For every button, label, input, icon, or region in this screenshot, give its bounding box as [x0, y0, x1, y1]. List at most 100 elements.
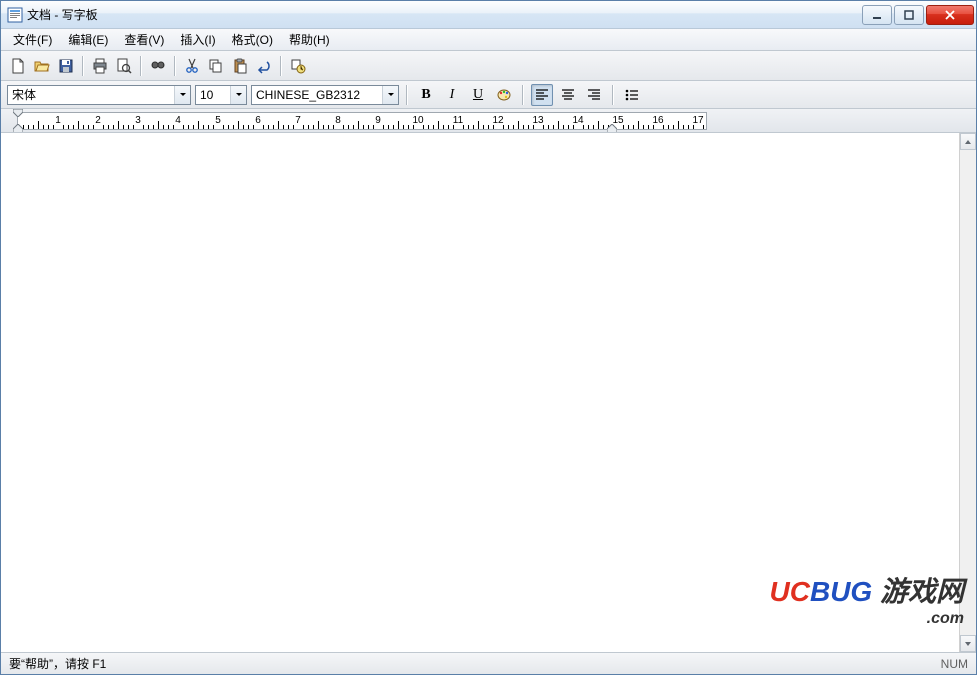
ruler-tick — [68, 125, 69, 129]
toolbar — [1, 51, 976, 81]
align-right-button[interactable] — [583, 84, 605, 106]
ruler-tick — [678, 121, 679, 129]
ruler-tick — [153, 125, 154, 129]
ruler-tick — [88, 125, 89, 129]
ruler-tick — [488, 125, 489, 129]
font-size-combo[interactable]: 10 — [195, 85, 247, 105]
font-name-value: 宋体 — [8, 86, 174, 103]
align-left-button[interactable] — [531, 84, 553, 106]
minimize-button[interactable] — [862, 5, 892, 25]
underline-button[interactable]: U — [467, 84, 489, 106]
ruler-tick — [598, 121, 599, 129]
close-button[interactable] — [926, 5, 974, 25]
italic-button[interactable]: I — [441, 84, 463, 106]
font-name-combo[interactable]: 宋体 — [7, 85, 191, 105]
ruler-tick — [208, 125, 209, 129]
menubar: 文件(F) 编辑(E) 查看(V) 插入(I) 格式(O) 帮助(H) — [1, 29, 976, 51]
ruler-tick — [113, 125, 114, 129]
undo-button[interactable] — [253, 55, 275, 77]
ruler-number: 16 — [652, 115, 663, 126]
ruler-tick — [528, 125, 529, 129]
copy-button[interactable] — [205, 55, 227, 77]
ruler-tick — [303, 125, 304, 129]
ruler-tick — [123, 125, 124, 129]
watermark-part-cn: 游戏网 — [880, 577, 964, 608]
paste-button[interactable] — [229, 55, 251, 77]
font-color-button[interactable] — [493, 84, 515, 106]
ruler-number: 5 — [215, 115, 221, 126]
window-buttons — [860, 5, 974, 25]
ruler-tick — [508, 125, 509, 129]
print-button[interactable] — [89, 55, 111, 77]
menu-help[interactable]: 帮助(H) — [281, 29, 338, 50]
ruler-tick — [308, 125, 309, 129]
ruler-tick — [668, 125, 669, 129]
watermark-line2: .com — [770, 610, 964, 628]
ruler-tick — [273, 125, 274, 129]
ruler-number: 6 — [255, 115, 261, 126]
new-button[interactable] — [7, 55, 29, 77]
bullets-button[interactable] — [621, 84, 643, 106]
find-button[interactable] — [147, 55, 169, 77]
ruler-tick — [78, 121, 79, 129]
right-indent-marker[interactable] — [607, 124, 617, 133]
ruler-tick — [243, 125, 244, 129]
menu-view[interactable]: 查看(V) — [116, 29, 172, 50]
app-icon — [7, 7, 23, 23]
ruler-number: 4 — [175, 115, 181, 126]
ruler-tick — [333, 125, 334, 129]
menu-edit[interactable]: 编辑(E) — [60, 29, 116, 50]
first-line-indent-marker[interactable] — [13, 109, 23, 117]
vertical-scrollbar[interactable] — [959, 133, 976, 652]
ruler-tick — [343, 125, 344, 129]
ruler-tick — [563, 125, 564, 129]
ruler-tick — [93, 125, 94, 129]
statusbar: 要“帮助”，请按 F1 NUM — [1, 652, 976, 674]
formatbar-separator — [406, 85, 408, 105]
print-preview-button[interactable] — [113, 55, 135, 77]
ruler-tick — [263, 125, 264, 129]
watermark-part-bug: BUG — [810, 576, 872, 607]
ruler-tick — [133, 125, 134, 129]
open-button[interactable] — [31, 55, 53, 77]
ruler-tick — [428, 125, 429, 129]
scrollbar-track[interactable] — [960, 150, 976, 635]
maximize-button[interactable] — [894, 5, 924, 25]
left-indent-marker[interactable] — [13, 124, 23, 133]
menu-file[interactable]: 文件(F) — [5, 29, 60, 50]
ruler-tick — [393, 125, 394, 129]
scroll-down-button[interactable] — [960, 635, 976, 652]
font-script-combo[interactable]: CHINESE_GB2312 — [251, 85, 399, 105]
ruler-tick — [213, 125, 214, 129]
ruler-tick — [168, 125, 169, 129]
watermark-line1: UCBUG 游戏网 — [770, 570, 964, 610]
ruler-tick — [103, 125, 104, 129]
ruler-tick — [553, 125, 554, 129]
ruler-tick — [388, 125, 389, 129]
ruler-number: 12 — [492, 115, 503, 126]
ruler-tick — [293, 125, 294, 129]
watermark-part-uc: UC — [770, 576, 810, 607]
ruler-tick — [468, 125, 469, 129]
menu-insert[interactable]: 插入(I) — [172, 29, 223, 50]
menu-format[interactable]: 格式(O) — [224, 29, 281, 50]
ruler-tick — [28, 125, 29, 129]
ruler-tick — [63, 125, 64, 129]
datetime-button[interactable] — [287, 55, 309, 77]
ruler-tick — [523, 125, 524, 129]
save-button[interactable] — [55, 55, 77, 77]
ruler-tick — [223, 125, 224, 129]
ruler-tick — [328, 125, 329, 129]
ruler-tick — [233, 125, 234, 129]
bold-button[interactable]: B — [415, 84, 437, 106]
font-size-value: 10 — [196, 88, 230, 102]
ruler-tick — [643, 125, 644, 129]
cut-button[interactable] — [181, 55, 203, 77]
document-area[interactable]: UCBUG 游戏网 .com — [1, 133, 976, 652]
ruler[interactable]: 1234567891011121314151617 — [17, 112, 707, 130]
scroll-up-button[interactable] — [960, 133, 976, 150]
ruler-number: 1 — [55, 115, 61, 126]
ruler-number: 2 — [95, 115, 101, 126]
ruler-tick — [373, 125, 374, 129]
align-center-button[interactable] — [557, 84, 579, 106]
